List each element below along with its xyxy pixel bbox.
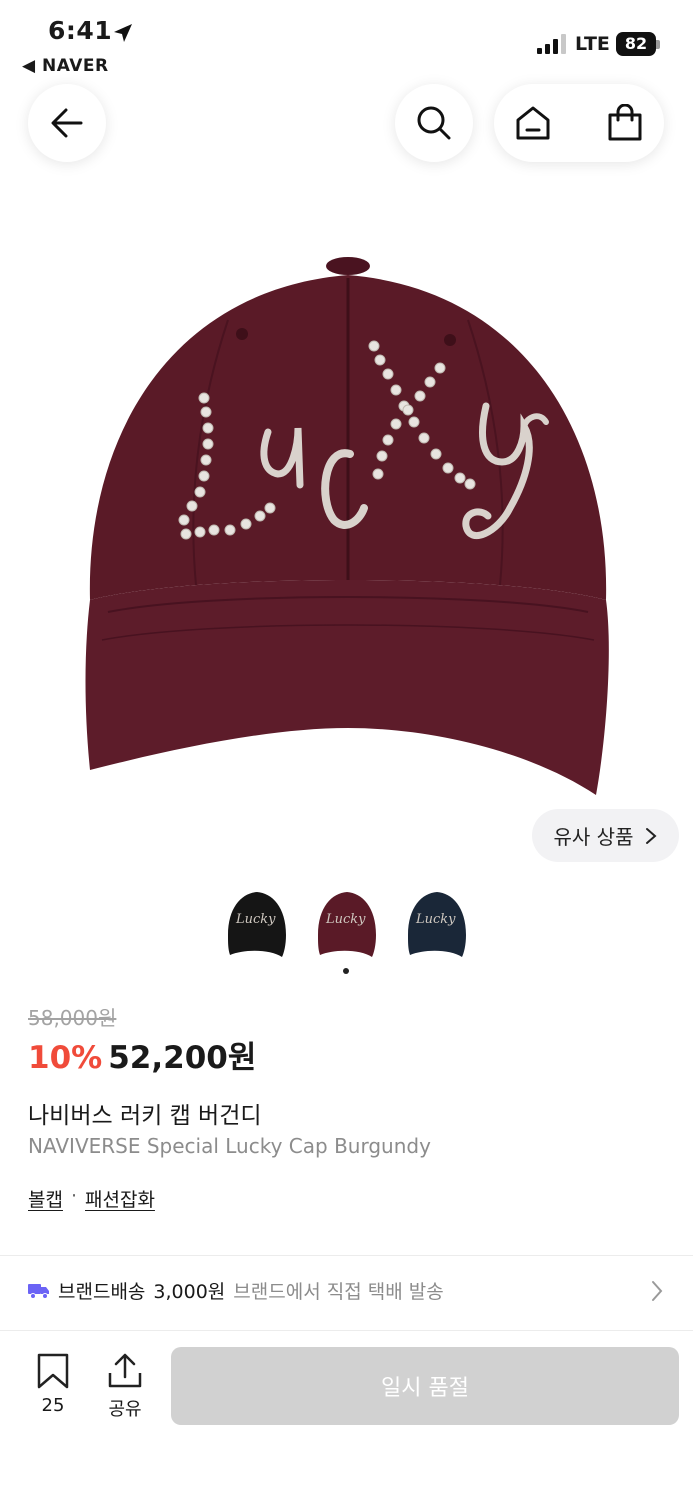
discount-rate: 10% bbox=[28, 1040, 103, 1076]
search-icon bbox=[417, 106, 451, 140]
chevron-right-icon bbox=[652, 1281, 663, 1301]
status-time: 6:41 bbox=[48, 16, 113, 45]
thumbnail-text: Lucky bbox=[235, 912, 276, 927]
pagination-dot bbox=[343, 968, 349, 974]
home-button[interactable] bbox=[494, 84, 572, 162]
thumbnail-burgundy[interactable]: Lucky bbox=[312, 885, 382, 961]
category-separator: · bbox=[70, 1185, 78, 1207]
category-link-ballcap[interactable]: 볼캡 bbox=[28, 1185, 63, 1212]
nav-group bbox=[494, 84, 664, 162]
shipping-desc: 브랜드에서 직접 택배 발송 bbox=[233, 1280, 444, 1303]
bottom-action-bar: 25 공유 일시 품절 bbox=[0, 1333, 693, 1500]
battery-icon: 82 bbox=[616, 32, 656, 56]
location-arrow-icon bbox=[114, 24, 132, 42]
shipping-label: 브랜드배송 bbox=[58, 1280, 146, 1303]
share-label: 공유 bbox=[108, 1399, 142, 1420]
divider bbox=[0, 1255, 693, 1256]
price-row: 10% 52,200원 bbox=[28, 1032, 256, 1077]
arrow-left-icon bbox=[51, 108, 83, 138]
network-type: LTE bbox=[575, 33, 610, 55]
original-price: 58,000원 bbox=[28, 1006, 117, 1030]
thumbnail-black[interactable]: Lucky bbox=[222, 885, 292, 961]
bookmark-button[interactable]: 25 bbox=[25, 1353, 81, 1416]
back-to-app-link[interactable]: ◀ NAVER bbox=[22, 56, 109, 76]
category-link-fashion[interactable]: 패션잡화 bbox=[85, 1185, 155, 1212]
signal-icon bbox=[537, 34, 567, 54]
product-image[interactable] bbox=[78, 240, 618, 810]
bookmark-icon bbox=[37, 1353, 69, 1389]
battery-tip bbox=[656, 40, 660, 49]
back-button[interactable] bbox=[28, 84, 106, 162]
bookmark-count: 25 bbox=[41, 1395, 65, 1416]
soldout-button[interactable]: 일시 품절 bbox=[171, 1347, 679, 1425]
cart-button[interactable] bbox=[586, 84, 664, 162]
thumbnail-text: Lucky bbox=[415, 912, 456, 927]
product-title-kr: 나비버스 러키 캡 버건디 bbox=[28, 1103, 262, 1129]
search-button[interactable] bbox=[395, 84, 473, 162]
sale-price: 52,200원 bbox=[108, 1040, 257, 1076]
category-breadcrumb: 볼캡 · 패션잡화 bbox=[28, 1185, 155, 1212]
shipping-row[interactable]: 브랜드배송 3,000원 브랜드에서 직접 택배 발송 bbox=[28, 1270, 673, 1310]
share-button[interactable]: 공유 bbox=[95, 1353, 155, 1421]
product-title-en: NAVIVERSE Special Lucky Cap Burgundy bbox=[28, 1134, 431, 1158]
shopping-bag-icon bbox=[608, 104, 642, 141]
share-icon bbox=[108, 1353, 142, 1388]
shipping-fee: 3,000원 bbox=[153, 1280, 226, 1303]
thumbnail-text: Lucky bbox=[325, 912, 366, 927]
color-thumbnails: Lucky Lucky Lucky bbox=[222, 885, 472, 961]
chevron-right-icon bbox=[646, 827, 658, 844]
similar-products-button[interactable]: 유사 상품 bbox=[532, 809, 679, 862]
home-icon bbox=[516, 106, 550, 140]
divider bbox=[0, 1330, 693, 1331]
similar-products-label: 유사 상품 bbox=[553, 825, 634, 849]
truck-icon bbox=[28, 1284, 49, 1299]
thumbnail-navy[interactable]: Lucky bbox=[402, 885, 472, 961]
